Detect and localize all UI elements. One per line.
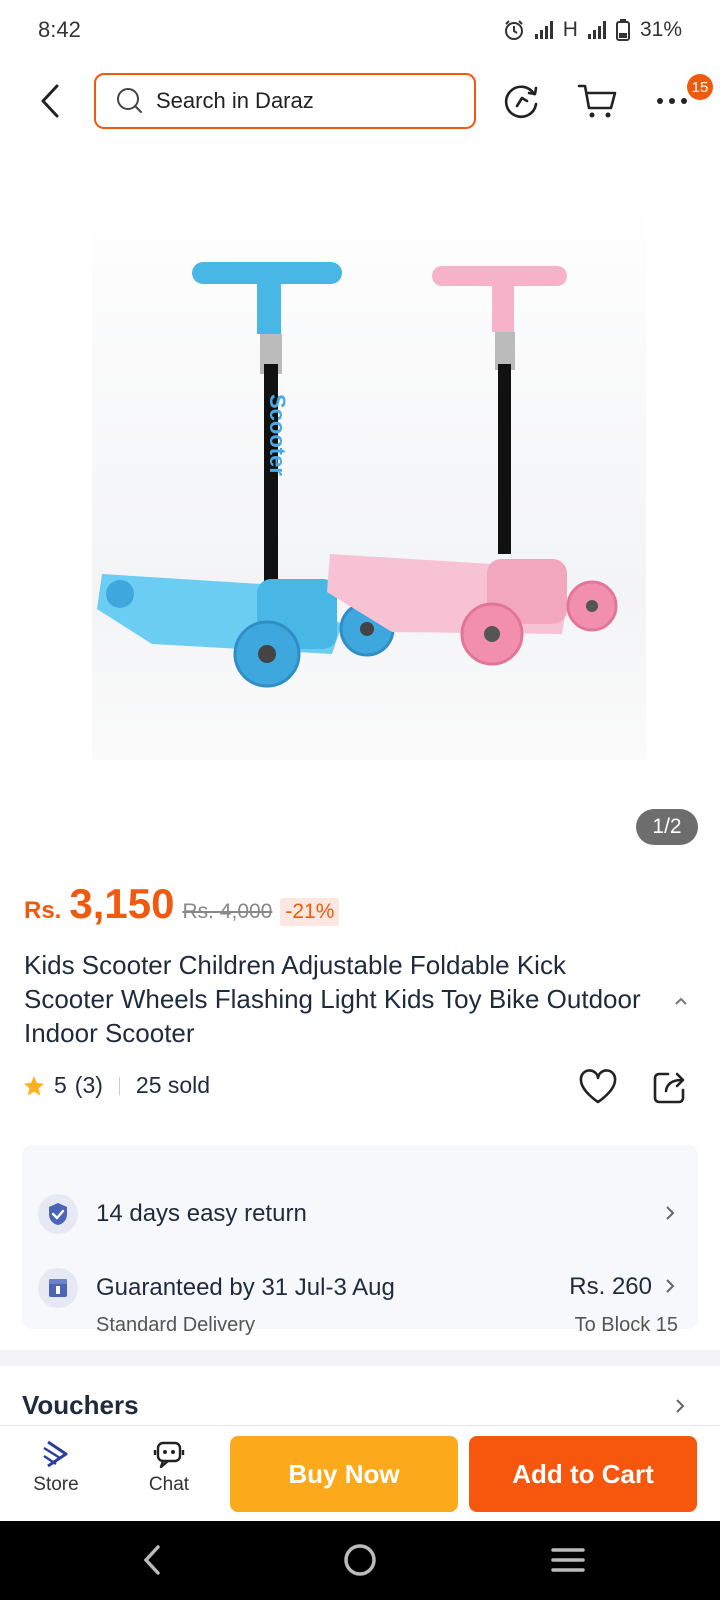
scooter-text: Scooter	[265, 394, 290, 476]
back-arrow-icon	[41, 84, 59, 118]
share-icon[interactable]	[652, 1069, 688, 1105]
cart-icon	[577, 84, 617, 118]
product-gallery[interactable]: Scooter 1/2	[0, 140, 720, 860]
price-row: Rs. 3,150 Rs. 4,000 -21%	[24, 880, 340, 932]
status-indicators: H 31%	[503, 18, 682, 42]
rating-value: 5	[54, 1072, 67, 1098]
rating-count: (3)	[74, 1072, 103, 1098]
current-price: 3,150	[69, 880, 175, 927]
star-icon	[24, 1075, 44, 1095]
chat-button[interactable]: Chat	[129, 1438, 209, 1496]
currency: Rs.	[24, 897, 62, 924]
discount-badge: -21%	[280, 898, 340, 926]
buy-now-button[interactable]: Buy Now	[230, 1436, 458, 1512]
header: Search in Daraz 15	[0, 70, 720, 132]
product-title: Kids Scooter Children Adjustable Foldabl…	[24, 950, 641, 1048]
scooter-illustration: Scooter	[97, 262, 618, 688]
signal-icon	[534, 21, 553, 39]
delivery-destination: To Block 15	[574, 1314, 678, 1336]
service-card: 14 days easy return Guaranteed by 31 Jul…	[22, 1145, 698, 1336]
sold-count: 25 sold	[135, 1072, 211, 1098]
rating-row[interactable]: 5 (3) 25 sold	[22, 1072, 210, 1099]
return-policy-text[interactable]: 14 days easy return	[96, 1200, 307, 1228]
store-label: Store	[33, 1474, 79, 1495]
battery-icon	[615, 19, 630, 41]
chevron-right-icon[interactable]	[665, 1278, 675, 1294]
nav-back-button[interactable]	[122, 1535, 182, 1585]
chevron-right-icon[interactable]	[665, 1205, 675, 1221]
search-placeholder: Search in Daraz	[156, 88, 314, 113]
image-counter: 1/2	[636, 809, 698, 845]
original-price: Rs. 4,000	[182, 900, 273, 923]
shield-check-icon	[38, 1194, 78, 1234]
back-button[interactable]	[30, 78, 70, 124]
search-icon	[117, 88, 142, 113]
status-bar: 8:42 H 31%	[0, 0, 720, 60]
chat-icon	[153, 1441, 185, 1469]
battery-level: 31%	[639, 18, 682, 41]
package-icon	[38, 1268, 78, 1308]
nav-menu-icon	[551, 1548, 585, 1572]
wishlist-heart-icon[interactable]	[578, 1069, 618, 1105]
add-to-cart-button[interactable]: Add to Cart	[469, 1436, 697, 1512]
section-divider	[0, 1350, 720, 1366]
nav-recents-button[interactable]	[538, 1535, 598, 1585]
store-button[interactable]: Store	[16, 1438, 96, 1496]
cart-button[interactable]	[575, 79, 619, 123]
history-icon	[504, 85, 538, 119]
signal-icon-2	[587, 21, 606, 39]
nav-home-button[interactable]	[330, 1535, 390, 1585]
chevron-right-icon[interactable]	[675, 1398, 685, 1414]
collapse-chevron-icon[interactable]	[674, 996, 688, 1006]
more-icon	[657, 98, 687, 104]
network-type: H	[562, 18, 578, 41]
chat-label: Chat	[148, 1474, 190, 1495]
delivery-fee: Rs. 260	[569, 1273, 652, 1300]
pink-scooter	[327, 266, 618, 666]
search-input[interactable]: Search in Daraz	[94, 73, 476, 129]
status-time: 8:42	[38, 17, 81, 42]
product-image[interactable]: Scooter	[92, 214, 646, 760]
nav-back-icon	[143, 1545, 160, 1575]
cart-count-badge: 15	[687, 74, 713, 100]
delivery-guarantee-text[interactable]: Guaranteed by 31 Jul-3 Aug	[96, 1274, 395, 1302]
store-icon	[43, 1440, 68, 1468]
bottom-action-bar: Store Chat Buy Now Add to Cart	[0, 1425, 720, 1521]
alarm-icon	[504, 20, 523, 40]
delivery-type: Standard Delivery	[96, 1314, 255, 1336]
recently-viewed-button[interactable]	[500, 79, 544, 123]
system-nav-bar	[0, 1521, 720, 1600]
nav-home-icon	[344, 1544, 376, 1576]
vouchers-heading[interactable]: Vouchers	[22, 1390, 139, 1421]
blue-scooter: Scooter	[97, 262, 395, 688]
divider	[118, 1076, 120, 1095]
